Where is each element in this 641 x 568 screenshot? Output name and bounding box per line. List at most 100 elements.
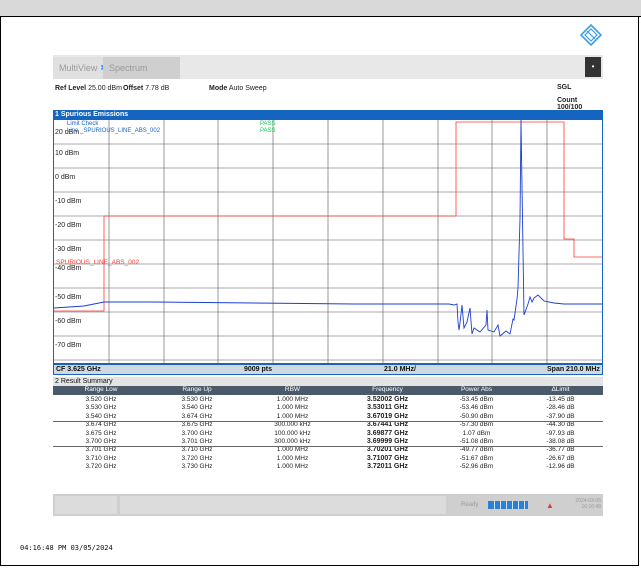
cell-range-up: 3.700 GHz [181, 429, 213, 437]
ref-level[interactable]: Ref Level 25.00 dBm [55, 85, 122, 92]
table-row[interactable]: 3.720 GHz 3.730 GHz 1.000 MHz 3.72011 GHz -5… [53, 463, 603, 471]
ref-level-value: 25.00 dBm [88, 85, 122, 92]
cell-rbw: 1.000 MHz [276, 463, 309, 471]
cell-power-abs: -52.96 dBm [459, 463, 494, 471]
ref-level-label: Ref Level [55, 85, 87, 92]
sweep-points: 9009 pts [244, 366, 273, 373]
y-label-10: 10 dBm [55, 150, 81, 157]
cell-range-up: 3.730 GHz [181, 463, 213, 471]
y-label-m50: -50 dBm [55, 294, 83, 301]
row-separator [53, 420, 603, 422]
center-frequency: CF 3.625 GHz [56, 366, 101, 373]
cell-range-up: 3.720 GHz [181, 454, 213, 462]
division: 21.0 MHz/ [384, 366, 416, 373]
cell-delta-limit: -28.46 dB [546, 404, 575, 412]
cell-rbw: 1.000 MHz [276, 454, 309, 462]
cell-frequency: 3.67019 GHz [366, 412, 409, 420]
limit-line-label: SPURIOUS_LINE_ABS_002 [56, 259, 140, 266]
row-separator [53, 445, 603, 447]
offset-value: 7.78 dB [145, 85, 170, 92]
cell-range-low: 3.520 GHz [85, 396, 117, 403]
cell-delta-limit: -97.93 dB [546, 429, 575, 437]
sweep-count: Count 100/100 [557, 97, 583, 111]
cell-rbw: 100.000 kHz [274, 429, 311, 437]
cell-power-abs: -51.08 dBm [459, 438, 494, 445]
cell-delta-limit: -12.96 dB [546, 463, 575, 471]
limit-line-name: Line _SPURIOUS_LINE_ABS_002 [67, 128, 161, 134]
cell-range-up: 3.710 GHz [181, 446, 213, 454]
table-row[interactable]: 3.700 GHz 3.701 GHz 300.000 kHz 3.69999 GHz… [53, 438, 603, 446]
status-cell-2[interactable] [120, 496, 446, 514]
measurement-params: Ref Level 25.00 dBm Offset 7.78 dB Mode … [53, 79, 603, 111]
tab-spectrum-label: Spectrum [109, 63, 148, 73]
col-frequency: Frequency [372, 386, 403, 393]
table-row[interactable]: 3.701 GHz 3.710 GHz 1.000 MHz 3.70201 GHz -4… [53, 446, 603, 454]
pass-status-2: PASS [260, 128, 276, 134]
span: Span 210.0 MHz [547, 366, 600, 373]
col-delta-limit: ΔLimit [551, 386, 570, 393]
cell-power-abs: -53.45 dBm [459, 396, 494, 403]
y-label-m40: -40 dBm [55, 265, 83, 272]
cell-frequency: 3.71007 GHz [366, 454, 409, 462]
status-bar: Ready ▲ 2024-03-05 16:16:48 [53, 494, 603, 516]
status-time: 16:16:48 [581, 504, 601, 510]
cell-frequency: 3.70201 GHz [366, 446, 409, 454]
cell-rbw: 300.000 kHz [274, 421, 311, 429]
table-row[interactable]: 3.675 GHz 3.700 GHz 100.000 kHz 3.69877 GHz… [53, 430, 603, 438]
cell-power-abs: -53.46 dBm [459, 404, 494, 412]
y-label-m10: -10 dBm [55, 198, 83, 205]
offset[interactable]: Offset 7.78 dB [123, 85, 169, 92]
col-range-up: Range Up [182, 386, 212, 393]
rohde-schwarz-logo-icon [580, 24, 602, 46]
status-cell-1[interactable] [55, 496, 117, 514]
sgl-indicator: SGL [557, 84, 572, 91]
cell-rbw: 300.000 kHz [274, 438, 311, 445]
cell-rbw: 1.000 MHz [276, 396, 309, 403]
status-datetime: 2024-03-05 16:16:48 [566, 498, 601, 510]
network-icon[interactable]: ▲ [546, 501, 554, 510]
cell-delta-limit: -44.30 dB [546, 421, 575, 429]
side-menu-button[interactable]: • [585, 57, 601, 77]
result-summary-title[interactable]: 2 Result Summary [53, 377, 603, 386]
cell-power-abs: -57.30 dBm [459, 421, 494, 429]
table-row[interactable]: 3.530 GHz 3.540 GHz 1.000 MHz 3.53011 GHz -5… [53, 404, 603, 412]
cell-power-abs: -50.90 dBm [459, 412, 494, 420]
table-row[interactable]: 3.710 GHz 3.720 GHz 1.000 MHz 3.71007 GHz -5… [53, 455, 603, 463]
table-row[interactable]: 3.540 GHz 3.674 GHz 1.000 MHz 3.67019 GHz -5… [53, 413, 603, 421]
mode-label: Mode [209, 85, 228, 92]
spurious-panel-title[interactable]: 1 Spurious Emissions [53, 110, 603, 119]
spectrum-plot[interactable]: 20 dBm 10 dBm 0 dBm -10 dBm -20 dBm -30 … [53, 119, 603, 364]
cell-range-up: 3.675 GHz [181, 421, 213, 429]
ready-status: Ready [461, 502, 479, 508]
cell-range-low: 3.701 GHz [85, 446, 117, 454]
cell-range-low: 3.720 GHz [85, 463, 117, 471]
sweep-mode[interactable]: Mode Auto Sweep [209, 85, 267, 92]
cell-range-up: 3.674 GHz [181, 412, 213, 420]
cell-range-up: 3.701 GHz [181, 438, 213, 445]
cell-range-low: 3.540 GHz [85, 412, 117, 420]
cell-rbw: 1.000 MHz [276, 412, 309, 420]
cell-power-abs: 1.07 dBm [462, 429, 491, 437]
cell-delta-limit: -37.90 dB [546, 412, 575, 420]
spectrum-graph [54, 120, 602, 363]
tab-spectrum[interactable]: Spectrum [103, 57, 180, 79]
table-row[interactable]: 3.520 GHz 3.530 GHz 1.000 MHz 3.52002 GHz -5… [53, 396, 603, 404]
cell-rbw: 1.000 MHz [276, 404, 309, 412]
tab-multiview-label: MultiView [59, 63, 98, 73]
cell-rbw: 1.000 MHz [276, 446, 309, 454]
cell-range-low: 3.700 GHz [85, 438, 117, 445]
cell-power-abs: -49.77 dBm [459, 446, 494, 454]
progress-bar [488, 501, 528, 509]
cell-range-up: 3.540 GHz [181, 404, 213, 412]
cell-power-abs: -51.67 dBm [459, 454, 494, 462]
y-label-m60: -60 dBm [55, 318, 83, 325]
cell-frequency: 3.69877 GHz [366, 429, 409, 437]
table-header: Range Low Range Up RBW Frequency Power A… [53, 386, 603, 395]
top-bar [0, 0, 641, 17]
cell-delta-limit: -13.45 dB [546, 396, 575, 403]
cell-delta-limit: -36.77 dB [546, 446, 575, 454]
table-row[interactable]: 3.674 GHz 3.675 GHz 300.000 kHz 3.67441 GHz… [53, 421, 603, 429]
tab-bar: MultiView✱ Spectrum • [53, 55, 603, 79]
limit-check-label: Limit Check [67, 121, 99, 127]
plot-footer: CF 3.625 GHz 9009 pts 21.0 MHz/ Span 210… [53, 364, 603, 375]
